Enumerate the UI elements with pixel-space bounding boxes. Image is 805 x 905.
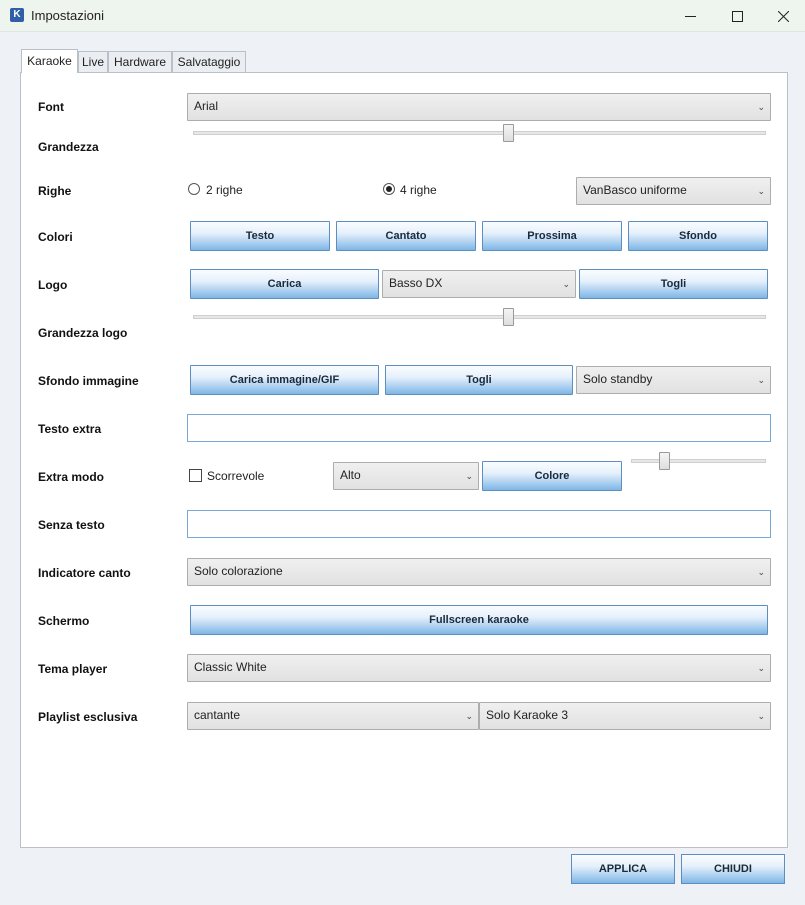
logo-position-select[interactable]: Basso DX ⌄: [382, 270, 576, 298]
tema-player-select[interactable]: Classic White ⌄: [187, 654, 771, 682]
chevron-down-icon: ⌄: [757, 711, 765, 721]
radio-4-righe[interactable]: [383, 183, 395, 195]
righe-style-value: VanBasco uniforme: [583, 183, 687, 197]
sfondo-immagine-label: Sfondo immagine: [38, 374, 139, 388]
radio-2-righe-label: 2 righe: [206, 183, 243, 197]
playlist-select[interactable]: Solo Karaoke 3 ⌄: [479, 702, 771, 730]
fullscreen-karaoke-button[interactable]: Fullscreen karaoke: [190, 605, 768, 635]
testo-extra-label: Testo extra: [38, 422, 102, 436]
font-select[interactable]: Arial ⌄: [187, 93, 771, 121]
senza-testo-label: Senza testo: [38, 518, 105, 532]
indicatore-canto-value: Solo colorazione: [194, 564, 283, 578]
chevron-down-icon: ⌄: [757, 375, 765, 385]
maximize-button[interactable]: [714, 0, 760, 32]
logo-position-value: Basso DX: [389, 276, 443, 290]
logo-togli-button[interactable]: Togli: [579, 269, 768, 299]
colori-label: Colori: [38, 230, 73, 244]
sfondo-togli-button[interactable]: Togli: [385, 365, 573, 395]
playlist-value: Solo Karaoke 3: [486, 708, 569, 722]
testo-extra-input[interactable]: [187, 414, 771, 442]
grandezza-logo-slider-track[interactable]: [193, 315, 766, 319]
maximize-icon: [731, 10, 743, 22]
grandezza-logo-label: Grandezza logo: [38, 326, 128, 340]
chevron-down-icon: ⌄: [757, 102, 765, 112]
grandezza-label: Grandezza: [38, 140, 99, 154]
grandezza-slider-thumb[interactable]: [502, 124, 514, 142]
righe-label: Righe: [38, 184, 72, 198]
chevron-down-icon: ⌄: [562, 279, 570, 289]
app-logo-icon: K: [10, 8, 24, 22]
font-label: Font: [38, 100, 64, 114]
senza-testo-input[interactable]: [187, 510, 771, 538]
tab-salvataggio[interactable]: Salvataggio: [172, 51, 246, 72]
grandezza-slider-track[interactable]: [193, 131, 766, 135]
extra-slider-thumb[interactable]: [659, 452, 671, 470]
extra-position-select[interactable]: Alto ⌄: [333, 462, 479, 490]
indicatore-canto-label: Indicatore canto: [38, 566, 131, 580]
extra-slider-track[interactable]: [631, 459, 766, 463]
logo-label: Logo: [38, 278, 68, 292]
righe-style-select[interactable]: VanBasco uniforme ⌄: [576, 177, 771, 205]
chiudi-button[interactable]: CHIUDI: [681, 854, 785, 884]
tab-live[interactable]: Live: [78, 51, 108, 72]
close-icon: [777, 10, 789, 22]
indicatore-canto-select[interactable]: Solo colorazione ⌄: [187, 558, 771, 586]
tab-karaoke[interactable]: Karaoke: [21, 49, 78, 73]
colore-cantato-button[interactable]: Cantato: [336, 221, 476, 251]
schermo-label: Schermo: [38, 614, 90, 628]
grandezza-logo-slider-thumb[interactable]: [502, 308, 514, 326]
colore-prossima-button[interactable]: Prossima: [482, 221, 622, 251]
minimize-button[interactable]: [667, 0, 713, 32]
radio-4-righe-label: 4 righe: [400, 183, 437, 197]
colore-sfondo-button[interactable]: Sfondo: [628, 221, 768, 251]
minimize-icon: [684, 11, 696, 22]
tema-player-value: Classic White: [194, 660, 267, 674]
chevron-down-icon: ⌄: [757, 663, 765, 673]
extra-position-value: Alto: [340, 468, 361, 482]
font-select-value: Arial: [194, 99, 219, 113]
window-title: Impostazioni: [31, 8, 104, 23]
chevron-down-icon: ⌄: [465, 471, 473, 481]
extra-modo-label: Extra modo: [38, 470, 105, 484]
radio-2-righe[interactable]: [188, 183, 200, 195]
extra-colore-button[interactable]: Colore: [482, 461, 622, 491]
playlist-field-select[interactable]: cantante ⌄: [187, 702, 479, 730]
scorrevole-checkbox[interactable]: [189, 469, 202, 482]
logo-carica-button[interactable]: Carica: [190, 269, 379, 299]
chevron-down-icon: ⌄: [757, 567, 765, 577]
sfondo-mode-value: Solo standby: [583, 372, 653, 386]
playlist-field-value: cantante: [194, 708, 241, 722]
playlist-esclusiva-label: Playlist esclusiva: [38, 710, 138, 724]
close-button[interactable]: [760, 0, 805, 32]
karaoke-settings-panel: Font Arial ⌄ Grandezza Righe 2 righe 4 r…: [20, 72, 788, 848]
scorrevole-label: Scorrevole: [207, 469, 265, 483]
tab-hardware[interactable]: Hardware: [108, 51, 172, 72]
title-bar: K Impostazioni: [0, 0, 805, 32]
carica-immagine-gif-button[interactable]: Carica immagine/GIF: [190, 365, 379, 395]
applica-button[interactable]: APPLICA: [571, 854, 675, 884]
colore-testo-button[interactable]: Testo: [190, 221, 330, 251]
sfondo-mode-select[interactable]: Solo standby ⌄: [576, 366, 771, 394]
tema-player-label: Tema player: [38, 662, 108, 676]
chevron-down-icon: ⌄: [757, 186, 765, 196]
chevron-down-icon: ⌄: [465, 711, 473, 721]
